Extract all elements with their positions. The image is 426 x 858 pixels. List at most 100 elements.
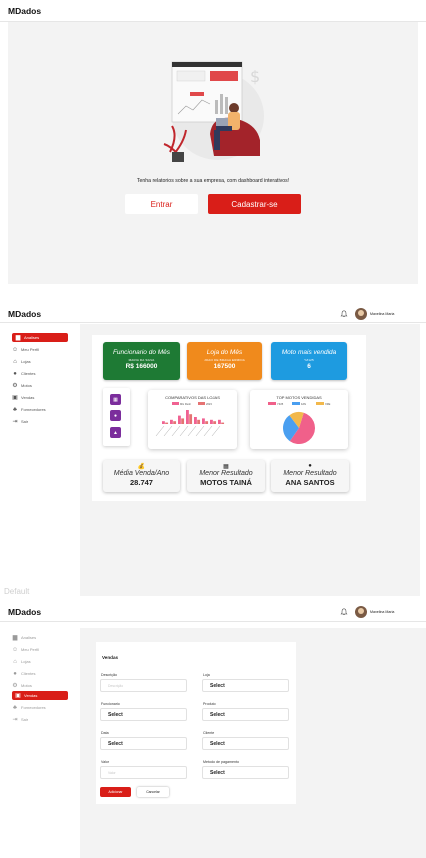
sidebar: ▆ Analises ☺ Meu Perfil ⌂ Lojas ● Client… [0, 324, 72, 580]
kpi-value: R$ 166000 [125, 363, 158, 370]
sidebar-item-label: Fornecedores [21, 407, 46, 412]
kpi-subtitle: JOAO DE BRAGA ERMIDA [204, 358, 245, 362]
add-button[interactable]: Adicionar [100, 787, 131, 797]
sidebar-item-vendas[interactable]: ▣ Vendas [12, 393, 68, 402]
x-tick-mark [171, 425, 181, 437]
field-label: Produto [203, 702, 216, 706]
cancel-button[interactable]: Cancelar [137, 787, 169, 797]
variant-label: Default [4, 587, 30, 596]
person-icon: ● [308, 463, 312, 469]
legend-label: MG Rush [180, 402, 192, 406]
value-input[interactable]: Valor [100, 766, 187, 779]
date-select[interactable]: Select [100, 737, 187, 750]
x-tick-mark [155, 425, 165, 437]
sidebar-item-label: Motos [21, 683, 32, 688]
kpi-subtitle: MARIA DA SILVA [128, 358, 155, 362]
store-select[interactable]: Select [202, 679, 289, 692]
group-icon: ♣ [13, 704, 17, 711]
sidebar-item-label: Vendas [21, 395, 35, 400]
form-title: Vendas [102, 655, 119, 660]
summary-card-lowest-store[interactable]: ▦ Menor Resultado MOTOS TAINÁ [187, 460, 265, 492]
person-icon: ● [13, 370, 17, 377]
sidebar-item-analises[interactable]: ▆ Analises [12, 333, 68, 342]
client-select[interactable]: Select [202, 737, 289, 750]
user-icon: ☺ [11, 346, 19, 353]
sidebar-item-label: Analises [21, 635, 37, 640]
payment-method-select[interactable]: Select [202, 766, 289, 779]
sidebar-item-vendas[interactable]: ▣ Vendas [12, 691, 68, 700]
kpi-card-store[interactable]: Loja do Mês JOAO DE BRAGA ERMIDA 167500 [187, 342, 262, 380]
bar [173, 421, 177, 424]
brand-logo[interactable]: MDados [8, 6, 41, 16]
description-input[interactable]: Descrição [100, 679, 187, 692]
kpi-title: Moto mais vendida [281, 349, 337, 356]
sidebar-item-clientes[interactable]: ● Clientes [12, 669, 68, 678]
sidebar-item-sair[interactable]: ⇥ Sair [12, 715, 68, 724]
x-tick-mark [187, 425, 197, 437]
summary-value: MOTOS TAINÁ [200, 478, 252, 487]
field-label: Valor [101, 760, 110, 764]
employee-select[interactable]: Select [100, 708, 187, 721]
person-icon[interactable]: ● [110, 410, 121, 421]
kpi-title: Loja do Mês [206, 349, 243, 356]
sidebar-item-analises[interactable]: ▆ Analises [12, 633, 68, 642]
legend-swatch [198, 402, 205, 405]
store-icon: ⌂ [13, 658, 17, 665]
kpi-card-employee[interactable]: Funcionario do Mês MARIA DA SILVA R$ 166… [103, 342, 180, 380]
legend-swatch [316, 402, 324, 405]
sidebar-item-label: Sair [21, 419, 29, 424]
avatar[interactable] [355, 606, 367, 618]
x-tick-mark [195, 425, 205, 437]
sidebar-item-motos[interactable]: ⚙ Motos [12, 381, 68, 390]
sidebar-item-meu-perfil[interactable]: ☺ Meu Perfil [12, 645, 68, 654]
product-select[interactable]: Select [202, 708, 289, 721]
summary-value: ANA SANTOS [285, 478, 335, 487]
kpi-card-bike[interactable]: Moto mais vendida YZ125 6 [271, 342, 347, 380]
bar [218, 419, 221, 424]
sidebar-item-lojas[interactable]: ⌂ Lojas [12, 357, 68, 366]
bell-icon[interactable] [340, 608, 348, 616]
calendar-icon[interactable]: ▦ [110, 394, 121, 405]
sidebar-item-fornecedores[interactable]: ♣ Fornecedores [12, 703, 68, 712]
sidebar-item-meu-perfil[interactable]: ☺ Meu Perfil [12, 345, 68, 354]
bar [186, 410, 189, 424]
bar [194, 417, 197, 424]
signup-button[interactable]: Cadastrar-se [208, 194, 301, 214]
x-tick-mark [179, 425, 189, 437]
person-icon: ● [13, 670, 17, 677]
login-button[interactable]: Entrar [125, 194, 198, 214]
sidebar-item-motos[interactable]: ⚙ Motos [12, 681, 68, 690]
legend-label: XRE [325, 402, 331, 406]
bar [202, 418, 205, 424]
x-tick-mark [211, 425, 221, 437]
sidebar-item-sair[interactable]: ⇥ Sair [12, 417, 68, 426]
warning-icon[interactable]: ▲ [110, 427, 121, 438]
user-name[interactable]: Maxelina Maria [370, 610, 394, 614]
avatar[interactable] [355, 308, 367, 320]
group-icon: ♣ [13, 406, 17, 413]
legend-swatch [172, 402, 179, 405]
sidebar-item-fornecedores[interactable]: ♣ Fornecedores [12, 405, 68, 414]
sidebar-item-lojas[interactable]: ⌂ Lojas [12, 657, 68, 666]
brand-logo[interactable]: MDados [8, 309, 41, 319]
kpi-value: 167500 [213, 363, 236, 370]
summary-title: Menor Resultado [199, 470, 253, 477]
field-label: Loja [203, 673, 210, 677]
user-name[interactable]: Maxelina Maria [370, 312, 394, 316]
kpi-title: Funcionario do Mês [112, 349, 171, 356]
sidebar-item-label: Analises [24, 335, 40, 340]
summary-card-lowest-employee[interactable]: ● Menor Resultado ANA SANTOS [271, 460, 349, 492]
sidebar-item-clientes[interactable]: ● Clientes [12, 369, 68, 378]
kpi-subtitle: YZ125 [304, 358, 314, 362]
sidebar: ▆ Analises ☺ Meu Perfil ⌂ Lojas ● Client… [0, 625, 72, 855]
bar [178, 415, 181, 424]
bar [181, 418, 185, 424]
bell-icon[interactable] [340, 310, 348, 318]
brand-logo[interactable]: MDados [8, 607, 41, 617]
x-tick-mark [203, 425, 213, 437]
sidebar-item-label: Lojas [21, 659, 31, 664]
sidebar-item-label: Meu Perfil [21, 647, 40, 652]
summary-card-average[interactable]: 💰 Média Venda/Ano 28.747 [103, 460, 180, 492]
chart-icon: ▆ [12, 634, 18, 641]
legend-label: 2023 [206, 402, 212, 406]
